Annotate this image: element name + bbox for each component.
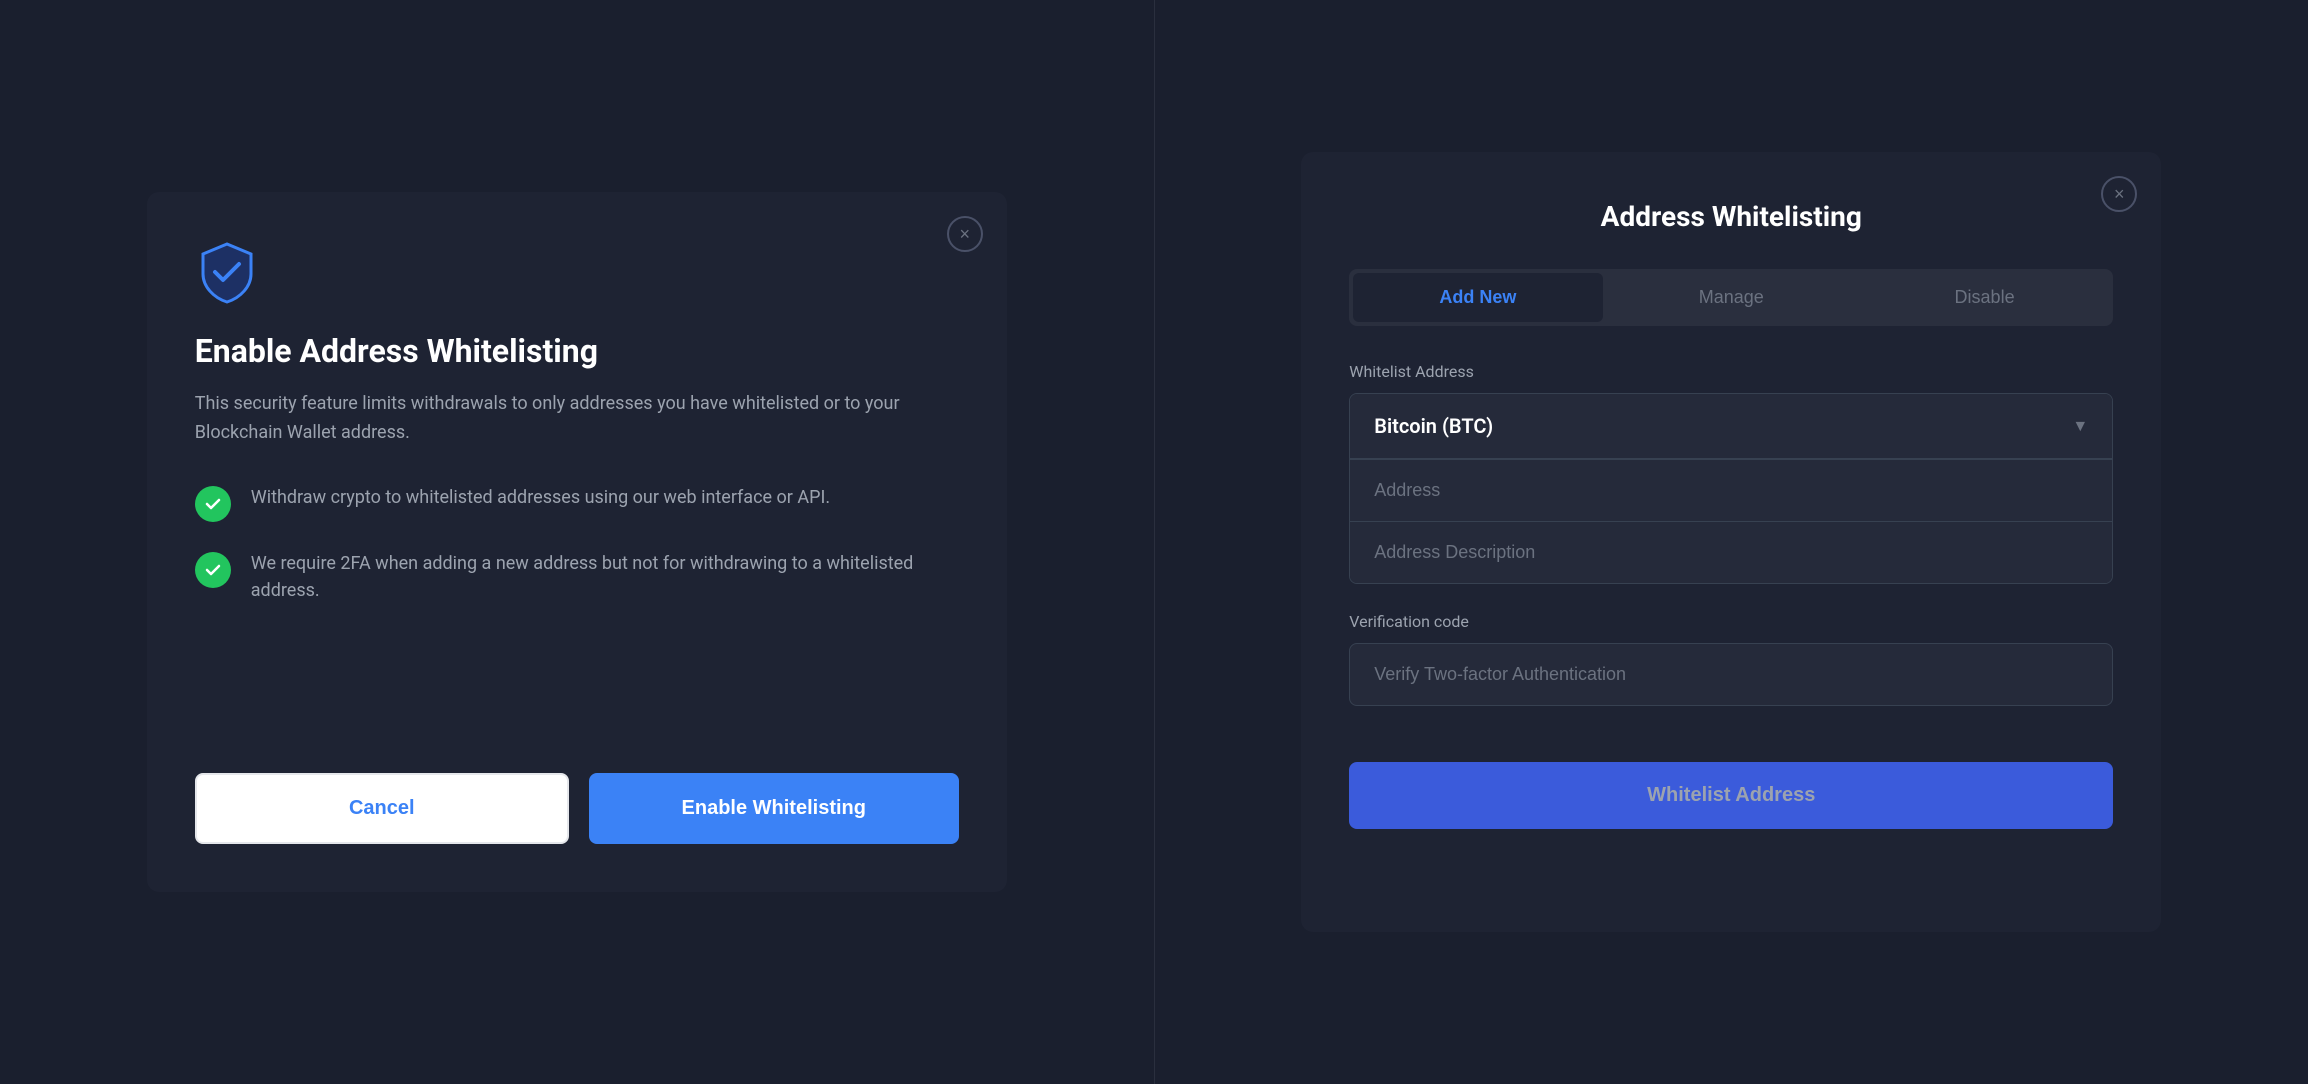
modal-actions: Cancel Enable Whitelisting [195,773,959,844]
feature-item-2: We require 2FA when adding a new address… [195,550,959,604]
enable-whitelisting-button[interactable]: Enable Whitelisting [589,773,959,844]
tab-add-new[interactable]: Add New [1353,273,1602,322]
tab-manage[interactable]: Manage [1607,273,1856,322]
left-modal-description: This security feature limits withdrawals… [195,390,959,448]
address-input[interactable] [1350,459,2112,521]
currency-dropdown[interactable]: Bitcoin (BTC) ▼ [1350,394,2112,459]
features-list: Withdraw crypto to whitelisted addresses… [195,484,959,725]
left-modal-close-button[interactable]: × [947,216,983,252]
verification-section: Verification code [1349,612,2113,706]
address-description-input[interactable] [1350,521,2112,583]
dropdown-arrow-icon: ▼ [2072,416,2088,436]
shield-icon [195,240,959,308]
verification-label: Verification code [1349,612,2113,631]
right-modal-title: Address Whitelisting [1349,200,2113,233]
verification-input[interactable] [1349,643,2113,706]
check-icon-1 [195,486,231,522]
right-modal-close-button[interactable]: × [2101,176,2137,212]
tabs-container: Add New Manage Disable [1349,269,2113,326]
left-modal-title: Enable Address Whitelisting [195,332,959,370]
whitelist-address-label: Whitelist Address [1349,362,2113,381]
feature-text-1: Withdraw crypto to whitelisted addresses… [251,484,830,511]
left-panel: × Enable Address Whitelisting This secur… [0,0,1155,1084]
address-fields-group: Bitcoin (BTC) ▼ [1349,393,2113,584]
address-whitelisting-modal: × Address Whitelisting Add New Manage Di… [1301,152,2161,932]
cancel-button[interactable]: Cancel [195,773,569,844]
check-icon-2 [195,552,231,588]
feature-text-2: We require 2FA when adding a new address… [251,550,959,604]
whitelist-address-section: Whitelist Address Bitcoin (BTC) ▼ [1349,362,2113,584]
enable-whitelisting-modal: × Enable Address Whitelisting This secur… [147,192,1007,892]
right-panel: × Address Whitelisting Add New Manage Di… [1155,0,2308,1084]
currency-selected-value: Bitcoin (BTC) [1374,414,1493,438]
whitelist-address-button[interactable]: Whitelist Address [1349,762,2113,829]
feature-item-1: Withdraw crypto to whitelisted addresses… [195,484,959,522]
panels-container: × Enable Address Whitelisting This secur… [0,0,2308,1084]
tab-disable[interactable]: Disable [1860,273,2109,322]
